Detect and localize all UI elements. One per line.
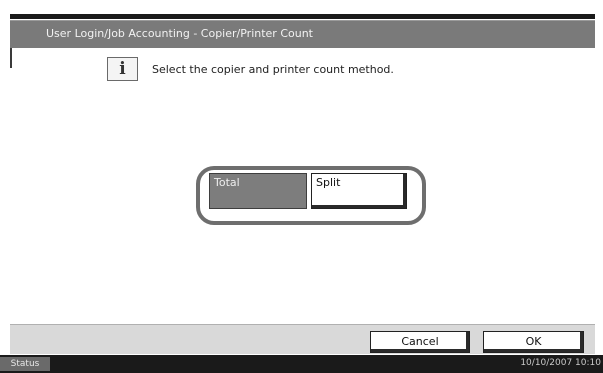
total-button[interactable]: Total xyxy=(209,173,307,209)
page-title: User Login/Job Accounting - Copier/Print… xyxy=(46,27,313,40)
cancel-button[interactable]: Cancel xyxy=(370,331,470,353)
header-bar: User Login/Job Accounting - Copier/Print… xyxy=(10,20,595,48)
status-button[interactable]: Status xyxy=(0,357,50,371)
split-button[interactable]: Split xyxy=(311,173,407,209)
copier-printer-count-screen: User Login/Job Accounting - Copier/Print… xyxy=(0,0,603,373)
instruction-message: Select the copier and printer count meth… xyxy=(152,63,394,76)
date-time-display: 10/10/2007 10:10 xyxy=(520,358,601,368)
info-icon: i xyxy=(107,57,138,81)
top-tab-bar xyxy=(10,14,595,19)
status-bar: Status 10/10/2007 10:10 xyxy=(0,355,603,373)
ok-button[interactable]: OK xyxy=(483,331,584,353)
